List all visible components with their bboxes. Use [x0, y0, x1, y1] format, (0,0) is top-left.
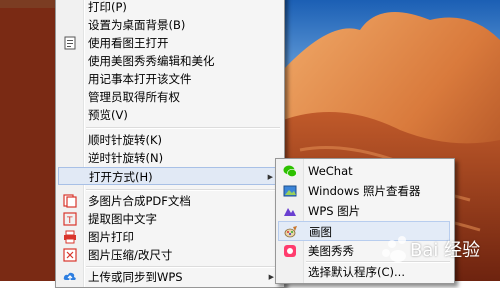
submenu-item-label: Windows 照片查看器 [308, 184, 421, 198]
photo-viewer-icon [283, 185, 297, 197]
menu-item-upload-wps[interactable]: 上传或同步到WPS ▶ [58, 268, 280, 286]
submenu-item-label: 美图秀秀 [308, 244, 354, 258]
menu-item-label: 打开方式(H) [89, 170, 153, 184]
menu-item-preview[interactable]: 预览(V) [58, 106, 280, 124]
submenu-arrow-icon: ▶ [267, 173, 273, 181]
menu-item-compress-resize[interactable]: 图片压缩/改尺寸 [58, 246, 280, 264]
submenu-item-wps-image[interactable]: WPS 图片 [278, 201, 450, 221]
submenu-item-label: WPS 图片 [308, 204, 361, 218]
svg-text:T: T [66, 216, 73, 226]
menu-item-set-wallpaper[interactable]: 设置为桌面背景(B) [58, 16, 280, 34]
menu-separator [86, 189, 280, 191]
menu-item-label: 打印(P) [88, 0, 127, 14]
submenu-item-label: 画图 [309, 225, 332, 239]
menu-item-open-with[interactable]: 打开方式(H) ▶ [58, 167, 280, 185]
menu-item-label: 顺时针旋转(K) [88, 133, 163, 147]
context-menu: 打印(P) 设置为桌面背景(B) 使用看图王打开 使用美图秀秀编辑和美化 用记事… [55, 0, 285, 288]
menu-item-label: 逆时针旋转(N) [88, 151, 164, 165]
menu-item-rotate-clockwise[interactable]: 顺时针旋转(K) [58, 131, 280, 149]
printer-icon [64, 230, 76, 244]
watermark-text: Bai 经验 [410, 240, 481, 261]
menu-item-label: 管理员取得所有权 [88, 90, 180, 104]
paint-icon [284, 226, 297, 238]
menu-item-label: 多图片合成PDF文档 [88, 194, 191, 208]
menu-item-merge-pdf[interactable]: 多图片合成PDF文档 [58, 192, 280, 210]
menu-item-take-ownership[interactable]: 管理员取得所有权 [58, 88, 280, 106]
menu-separator [86, 127, 280, 129]
submenu-item-windows-photo-viewer[interactable]: Windows 照片查看器 [278, 181, 450, 201]
cloud-upload-icon [63, 272, 76, 281]
submenu-item-wechat[interactable]: WeChat [278, 161, 450, 181]
meitu-icon [284, 245, 296, 257]
menu-item-print[interactable]: 打印(P) [58, 0, 280, 16]
menu-item-open-with-kantuwang[interactable]: 使用看图王打开 [58, 34, 280, 52]
submenu-item-label: WeChat [308, 164, 353, 178]
menu-item-label: 用记事本打开该文件 [88, 72, 192, 86]
menu-item-label: 上传或同步到WPS [88, 270, 183, 284]
wechat-icon [283, 165, 297, 178]
menu-item-label: 提取图中文字 [88, 212, 157, 226]
menu-item-label: 图片压缩/改尺寸 [88, 248, 173, 262]
compress-icon [63, 248, 77, 262]
text-extract-icon: T [63, 212, 77, 226]
desktop-file-icon[interactable] [0, 0, 55, 8]
menu-item-image-print[interactable]: 图片打印 [58, 228, 280, 246]
menu-item-label: 使用美图秀秀编辑和美化 [88, 54, 215, 68]
menu-item-extract-text[interactable]: T 提取图中文字 [58, 210, 280, 228]
menu-item-edit-meitu[interactable]: 使用美图秀秀编辑和美化 [58, 52, 280, 70]
wps-image-icon [284, 208, 296, 216]
menu-item-rotate-counterclockwise[interactable]: 逆时针旋转(N) [58, 149, 280, 167]
submenu-arrow-icon: ▶ [268, 273, 274, 281]
menu-item-label: 使用看图王打开 [88, 36, 169, 50]
menu-item-open-notepad[interactable]: 用记事本打开该文件 [58, 70, 280, 88]
image-viewer-icon [64, 36, 76, 50]
menu-item-label: 图片打印 [88, 230, 134, 244]
menu-item-label: 设置为桌面背景(B) [88, 18, 186, 32]
pdf-merge-icon [63, 194, 77, 208]
menu-item-label: 预览(V) [88, 108, 128, 122]
